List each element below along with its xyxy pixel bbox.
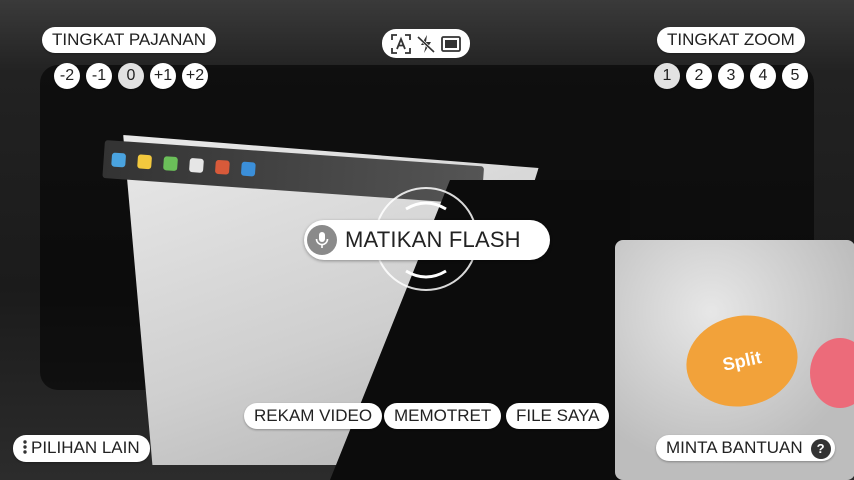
exposure-level-2[interactable]: 0 (118, 63, 144, 89)
exposure-level-3[interactable]: +1 (150, 63, 176, 89)
tab-my-files[interactable]: FILE SAYA (506, 403, 610, 429)
voice-command-label: MATIKAN FLASH (345, 227, 521, 252)
exposure-level-4[interactable]: +2 (182, 63, 208, 89)
aspect-ratio-icon[interactable] (440, 33, 462, 55)
zoom-level-1[interactable]: 2 (686, 63, 712, 89)
zoom-level-0[interactable]: 1 (654, 63, 680, 89)
exposure-level-0[interactable]: -2 (54, 63, 80, 89)
auto-text-icon[interactable] (390, 33, 412, 55)
help-icon: ? (810, 438, 831, 459)
tab-take-photo[interactable]: MEMOTRET (384, 403, 502, 429)
flash-off-icon[interactable] (415, 33, 437, 55)
more-options-button[interactable]: PILIHAN LAIN (13, 435, 150, 462)
more-vertical-icon (23, 436, 27, 462)
zoom-level-3[interactable]: 4 (750, 63, 776, 89)
voice-command-pill[interactable]: MATIKAN FLASH (304, 220, 550, 260)
microphone-icon (307, 225, 337, 255)
camera-mode-toolbar (382, 29, 470, 58)
zoom-title: TINGKAT ZOOM (657, 27, 805, 53)
help-button[interactable]: MINTA BANTUAN? (656, 435, 835, 461)
more-options-label: PILIHAN LAIN (31, 438, 140, 457)
exposure-title: TINGKAT PAJANAN (42, 27, 216, 53)
exposure-level-1[interactable]: -1 (86, 63, 112, 89)
zoom-level-4[interactable]: 5 (782, 63, 808, 89)
tab-record-video[interactable]: REKAM VIDEO (244, 403, 383, 429)
help-label: MINTA BANTUAN (666, 438, 803, 457)
zoom-level-2[interactable]: 3 (718, 63, 744, 89)
